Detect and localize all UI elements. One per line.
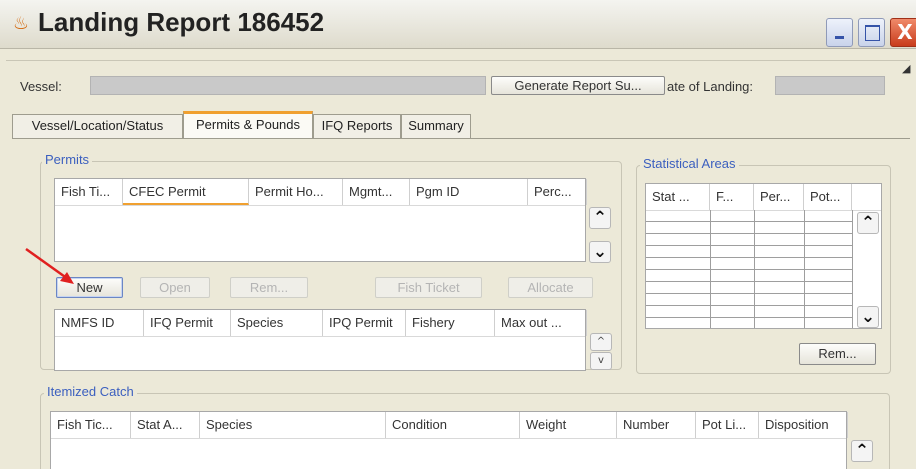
column-header[interactable]: Mgmt... <box>343 179 410 205</box>
grid-line <box>852 210 853 328</box>
column-header[interactable]: IPQ Permit <box>323 310 406 336</box>
column-header[interactable]: CFEC Permit <box>123 179 249 205</box>
column-header[interactable]: Species <box>200 412 386 438</box>
fish-ticket-button[interactable]: Fish Ticket <box>375 277 482 298</box>
column-header[interactable]: Disposition <box>759 412 848 438</box>
vessel-field[interactable] <box>90 76 486 95</box>
column-header[interactable]: Fishery <box>406 310 495 336</box>
column-header[interactable]: Perc... <box>528 179 587 205</box>
move-down-arrow-icon[interactable]: ⌄ <box>589 241 611 263</box>
column-header[interactable]: Pot Li... <box>696 412 759 438</box>
tab-summary[interactable]: Summary <box>401 114 471 138</box>
grid-line <box>646 269 852 270</box>
remove-button[interactable]: Rem... <box>230 277 308 298</box>
column-header[interactable]: Fish Ti... <box>55 179 123 205</box>
vessel-label: Vessel: <box>20 79 62 94</box>
window-title: Landing Report 186452 <box>38 7 325 37</box>
column-header[interactable]: Weight <box>520 412 617 438</box>
date-of-landing-label: ate of Landing: <box>667 79 754 94</box>
permits-table-header: Fish Ti... CFEC Permit Permit Ho... Mgmt… <box>55 179 587 206</box>
grid-line <box>646 233 852 234</box>
tab-baseline <box>12 138 910 139</box>
column-header[interactable]: Condition <box>386 412 520 438</box>
grid-line <box>646 281 852 282</box>
statistical-areas-remove-button[interactable]: Rem... <box>799 343 876 365</box>
column-header[interactable]: Stat A... <box>131 412 200 438</box>
statistical-areas-group-title: Statistical Areas <box>640 156 739 171</box>
allocate-button[interactable]: Allocate <box>508 277 593 298</box>
column-header[interactable]: NMFS ID <box>55 310 144 336</box>
column-header[interactable]: Species <box>231 310 323 336</box>
content-divider <box>6 60 910 61</box>
grid-line <box>646 317 852 318</box>
column-header[interactable]: Fish Tic... <box>51 412 131 438</box>
permits-group-title: Permits <box>42 152 93 167</box>
grid-line <box>646 221 852 222</box>
itemized-catch-table[interactable]: Fish Tic... Stat A... Species Condition … <box>50 411 848 469</box>
java-cup-icon: ♨ <box>12 13 30 34</box>
minimize-button[interactable] <box>826 18 853 47</box>
ifq-permits-table[interactable]: NMFS ID IFQ Permit Species IPQ Permit Fi… <box>54 309 587 371</box>
maximize-button[interactable] <box>858 18 885 47</box>
tab-ifq-reports[interactable]: IFQ Reports <box>313 114 401 138</box>
grid-line <box>646 245 852 246</box>
column-header[interactable]: Max out ... <box>495 310 587 336</box>
grid-line <box>646 293 852 294</box>
move-up-arrow-icon[interactable]: ⌃ <box>851 440 873 462</box>
scroll-down-icon[interactable]: v <box>590 352 612 370</box>
red-annotation-arrow-icon <box>25 247 74 284</box>
open-button[interactable]: Open <box>140 277 210 298</box>
column-header[interactable]: Stat ... <box>646 184 710 210</box>
title-bar[interactable]: ♨ Landing Report 186452 X <box>0 0 916 49</box>
scroll-up-icon[interactable]: ^ <box>590 333 612 351</box>
grid-line <box>710 210 711 328</box>
move-down-arrow-icon[interactable]: ⌄ <box>857 306 879 328</box>
grid-line <box>804 210 805 328</box>
tab-vessel-location-status[interactable]: Vessel/Location/Status <box>12 114 183 138</box>
grid-line <box>646 257 852 258</box>
column-header[interactable]: Pot... <box>804 184 852 210</box>
scroll-tick-icon: ◢ <box>902 62 911 75</box>
move-up-arrow-icon[interactable]: ⌃ <box>857 212 879 234</box>
landing-report-window: ♨ Landing Report 186452 X ◢ Vessel: Gene… <box>0 0 916 469</box>
ifq-permits-table-header: NMFS ID IFQ Permit Species IPQ Permit Fi… <box>55 310 587 337</box>
column-header[interactable]: Permit Ho... <box>249 179 343 205</box>
date-of-landing-field[interactable] <box>775 76 885 95</box>
itemized-catch-table-header: Fish Tic... Stat A... Species Condition … <box>51 412 848 439</box>
move-up-arrow-icon[interactable]: ⌃ <box>589 207 611 229</box>
column-header[interactable]: F... <box>710 184 754 210</box>
tab-permits-pounds[interactable]: Permits & Pounds <box>183 111 313 139</box>
itemized-catch-group-title: Itemized Catch <box>44 384 137 399</box>
statistical-areas-table[interactable]: Stat ... F... Per... Pot... <box>645 183 882 329</box>
column-header[interactable]: Per... <box>754 184 804 210</box>
generate-report-button[interactable]: Generate Report Su... <box>491 76 665 95</box>
statistical-areas-table-header: Stat ... F... Per... Pot... <box>646 184 881 211</box>
column-header[interactable]: Pgm ID <box>410 179 528 205</box>
grid-line <box>646 305 852 306</box>
column-header[interactable]: Number <box>617 412 696 438</box>
close-button[interactable]: X <box>890 18 916 47</box>
permits-table[interactable]: Fish Ti... CFEC Permit Permit Ho... Mgmt… <box>54 178 587 262</box>
grid-line <box>754 210 755 328</box>
column-header[interactable]: IFQ Permit <box>144 310 231 336</box>
